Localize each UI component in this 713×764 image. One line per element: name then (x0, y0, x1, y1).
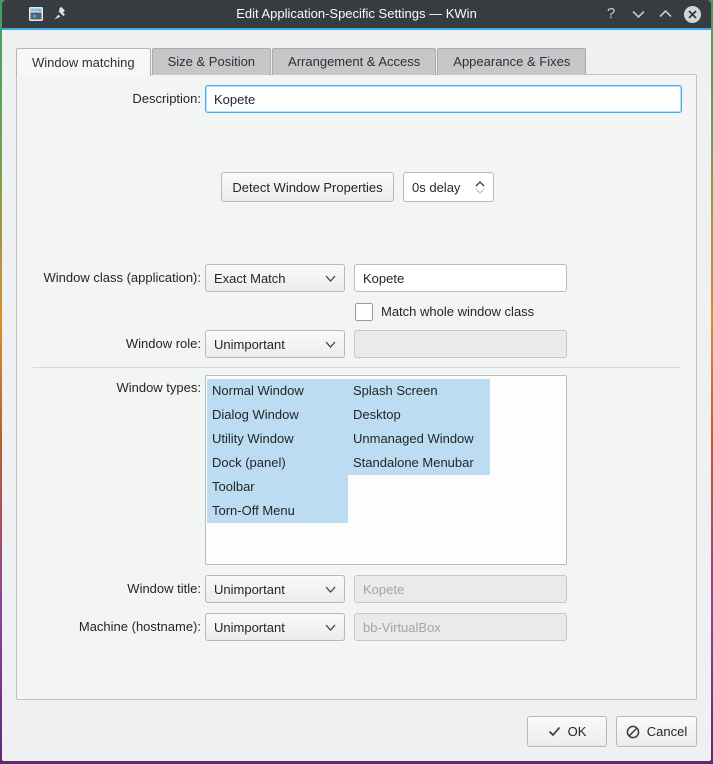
window-title-input (354, 575, 567, 603)
close-button[interactable] (682, 4, 702, 24)
list-item[interactable]: Unmanaged Window (348, 427, 490, 451)
tab-size-position[interactable]: Size & Position (151, 48, 272, 75)
machine-hostname-input (354, 613, 567, 641)
list-item[interactable]: Torn-Off Menu (207, 499, 348, 523)
list-item[interactable]: Dock (panel) (207, 451, 348, 475)
window-class-input[interactable] (354, 264, 567, 292)
machine-match-combo[interactable]: Unimportant (205, 613, 345, 641)
minimize-icon[interactable] (628, 4, 648, 24)
chevron-down-icon (325, 624, 336, 631)
list-item[interactable]: Dialog Window (207, 403, 348, 427)
tab-arrangement-access[interactable]: Arrangement & Access (272, 48, 437, 75)
machine-hostname-label: Machine (hostname): (78, 619, 201, 634)
list-item[interactable]: Normal Window (207, 379, 348, 403)
tab-bar: Window matching Size & Position Arrangem… (16, 47, 587, 76)
window-types-label: Window types: (116, 380, 201, 395)
chevron-down-icon (325, 586, 336, 593)
match-whole-window-class-checkbox[interactable] (355, 303, 373, 321)
window-title-match-combo[interactable]: Unimportant (205, 575, 345, 603)
match-whole-window-class-label: Match whole window class (381, 304, 535, 319)
tab-window-matching[interactable]: Window matching (16, 48, 151, 76)
window-role-input (354, 330, 567, 358)
chevron-down-icon (325, 275, 336, 282)
list-item[interactable]: Standalone Menubar (348, 451, 490, 475)
window-class-match-combo[interactable]: Exact Match (205, 264, 345, 292)
cancel-button[interactable]: Cancel (616, 716, 697, 747)
window-role-label: Window role: (125, 336, 201, 351)
delay-value: 0s delay (412, 179, 461, 195)
window-role-match-combo[interactable]: Unimportant (205, 330, 345, 358)
description-label: Description: (132, 91, 201, 106)
tab-appearance-fixes[interactable]: Appearance & Fixes (437, 48, 587, 75)
spin-up-icon (475, 180, 485, 186)
titlebar[interactable]: Edit Application-Specific Settings — KWi… (2, 0, 711, 30)
list-item[interactable]: Utility Window (207, 427, 348, 451)
spin-arrows[interactable] (475, 180, 485, 194)
separator (33, 367, 680, 368)
list-item[interactable]: Toolbar (207, 475, 348, 499)
maximize-icon[interactable] (655, 4, 675, 24)
list-item[interactable]: Desktop (348, 403, 490, 427)
window-types-list[interactable]: Normal Window Dialog Window Utility Wind… (205, 375, 567, 565)
window-title-label: Window title: (127, 581, 201, 596)
detect-window-properties-button[interactable]: Detect Window Properties (221, 172, 394, 202)
list-item[interactable]: Splash Screen (348, 379, 490, 403)
kwin-settings-dialog: Edit Application-Specific Settings — KWi… (2, 0, 711, 761)
chevron-down-icon (325, 341, 336, 348)
check-icon (548, 726, 560, 737)
window-class-label: Window class (application): (43, 270, 201, 285)
cancel-icon (626, 725, 640, 738)
help-button[interactable]: ? (601, 4, 621, 24)
description-input[interactable] (205, 85, 682, 113)
window-matching-panel: Description: Detect Window Properties 0s… (16, 74, 697, 700)
ok-button[interactable]: OK (527, 716, 607, 747)
delay-spinbox[interactable]: 0s delay (403, 172, 494, 202)
spin-down-icon (475, 188, 485, 194)
